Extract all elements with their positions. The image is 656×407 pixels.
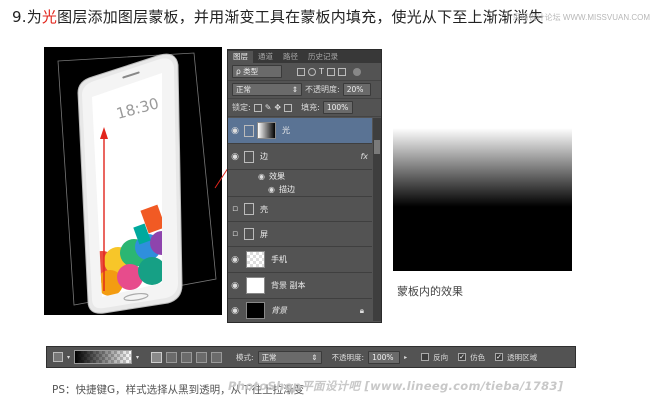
tab-history[interactable]: 历史记录 xyxy=(303,51,343,63)
opacity-input[interactable]: 100% xyxy=(368,350,401,364)
tool-preset-icon[interactable] xyxy=(53,352,63,362)
lock-label: 锁定: xyxy=(232,103,251,112)
lock-paint-icon[interactable]: ✎ xyxy=(265,103,272,112)
reverse-checkbox[interactable] xyxy=(421,353,430,361)
visibility-eye-icon[interactable]: ◉ xyxy=(228,152,242,162)
effects-eye-icon[interactable]: ◉ xyxy=(258,172,265,181)
adjustment-filter-icon[interactable] xyxy=(308,67,316,76)
lock-move-icon[interactable]: ✥ xyxy=(274,103,281,112)
lock-all-icon[interactable] xyxy=(284,103,293,112)
gradient-picker[interactable] xyxy=(74,350,133,364)
filter-kind-select[interactable]: ρ 类型 xyxy=(232,65,282,78)
dither-checkbox[interactable]: ✓ xyxy=(458,353,467,361)
pixel-filter-icon[interactable] xyxy=(297,67,305,76)
layer-row-shell[interactable]: ▫ 壳 xyxy=(228,197,372,222)
layer-mask-thumbnail[interactable] xyxy=(257,122,276,139)
reverse-label: 反向 xyxy=(433,352,449,362)
mode-select[interactable]: 正常 ⇕ xyxy=(257,350,322,364)
chevron-down-icon[interactable]: ▾ xyxy=(136,354,139,361)
layer-row-background-copy[interactable]: ◉ 背景 副本 xyxy=(228,273,372,299)
visibility-box-icon[interactable]: ▫ xyxy=(228,204,242,214)
linear-gradient-button[interactable] xyxy=(151,351,163,363)
scrollbar-thumb[interactable] xyxy=(374,140,380,154)
mode-label: 模式: xyxy=(236,352,254,362)
radial-gradient-button[interactable] xyxy=(166,351,178,363)
stroke-effect-row[interactable]: ◉ 描边 xyxy=(228,183,372,197)
layers-scrollbar[interactable] xyxy=(373,118,381,321)
layer-row-light[interactable]: ◉ 光 xyxy=(228,118,372,144)
opacity-input[interactable]: 20% xyxy=(342,83,371,96)
angle-gradient-button[interactable] xyxy=(181,351,193,363)
layer-row-edge[interactable]: ◉ 边 fx xyxy=(228,144,372,170)
gradient-caption: 蒙板内的效果 xyxy=(397,285,463,298)
transparency-checkbox[interactable]: ✓ xyxy=(495,353,504,361)
tab-paths[interactable]: 路径 xyxy=(278,51,303,63)
chevron-right-icon[interactable]: ▸ xyxy=(404,354,407,361)
visibility-eye-icon[interactable]: ◉ xyxy=(228,126,242,136)
diamond-gradient-button[interactable] xyxy=(211,351,223,363)
visibility-eye-icon[interactable]: ◉ xyxy=(228,306,242,316)
reflected-gradient-button[interactable] xyxy=(196,351,208,363)
layers-panel: 图层 通道 路径 历史记录 ρ 类型 T 正常 ⇕ 不透明度: 20% 锁定: ✎… xyxy=(227,49,382,323)
opacity-label: 不透明度: xyxy=(331,352,365,362)
opacity-label: 不透明度: xyxy=(305,85,340,94)
lock-icon: 🔒︎ xyxy=(359,305,364,315)
layer-thumbnail xyxy=(246,277,265,294)
layer-thumbnail xyxy=(246,251,265,268)
shape-filter-icon[interactable] xyxy=(326,67,335,76)
watermark-bottom: PhotoShop平面设计吧 [www.lineeg.com/tieba/178… xyxy=(228,379,564,393)
smart-object-filter-icon[interactable] xyxy=(337,67,346,76)
lock-transparent-icon[interactable] xyxy=(253,103,262,112)
group-icon xyxy=(244,150,254,163)
layer-row-phone[interactable]: ◉ 手机 xyxy=(228,247,372,273)
fill-label: 填充: xyxy=(301,103,320,112)
layer-row-screen[interactable]: ▫ 屏 xyxy=(228,222,372,247)
gradient-options-bar: ▾ ▾ 模式: 正常 ⇕ 不透明度: 100% ▸ 反向 ✓ 仿色 ✓ 透明区域 xyxy=(46,346,576,368)
mask-gradient-preview xyxy=(393,128,572,271)
visibility-eye-icon[interactable]: ◉ xyxy=(228,281,242,291)
blend-row: 正常 ⇕ 不透明度: 20% xyxy=(228,81,381,99)
fx-icon[interactable]: fx xyxy=(360,152,368,161)
effects-row[interactable]: ◉ 效果 xyxy=(228,170,372,183)
visibility-eye-icon[interactable]: ◉ xyxy=(228,255,242,265)
filter-row: ρ 类型 T xyxy=(228,63,381,81)
group-icon xyxy=(244,203,254,215)
blend-mode-select[interactable]: 正常 ⇕ xyxy=(232,83,302,96)
layer-link-icon xyxy=(244,124,254,137)
chevron-down-icon[interactable]: ▾ xyxy=(67,354,70,361)
lock-row: 锁定: ✎ ✥ 填充: 100% xyxy=(228,99,381,117)
group-icon xyxy=(244,228,254,240)
type-filter-icon[interactable]: T xyxy=(319,67,324,76)
fill-input[interactable]: 100% xyxy=(322,101,353,114)
layer-row-background[interactable]: ◉ 背景 🔒︎ xyxy=(228,299,372,322)
tab-layers[interactable]: 图层 xyxy=(228,51,253,63)
transparency-label: 透明区域 xyxy=(507,352,538,362)
dither-label: 仿色 xyxy=(470,352,486,362)
filter-toggle-icon[interactable] xyxy=(352,67,361,76)
visibility-box-icon[interactable]: ▫ xyxy=(228,229,242,239)
stroke-eye-icon[interactable]: ◉ xyxy=(268,185,275,194)
layers-panel-tabs: 图层 通道 路径 历史记录 xyxy=(228,50,381,63)
tab-channels[interactable]: 通道 xyxy=(253,51,278,63)
layer-thumbnail xyxy=(246,302,265,319)
